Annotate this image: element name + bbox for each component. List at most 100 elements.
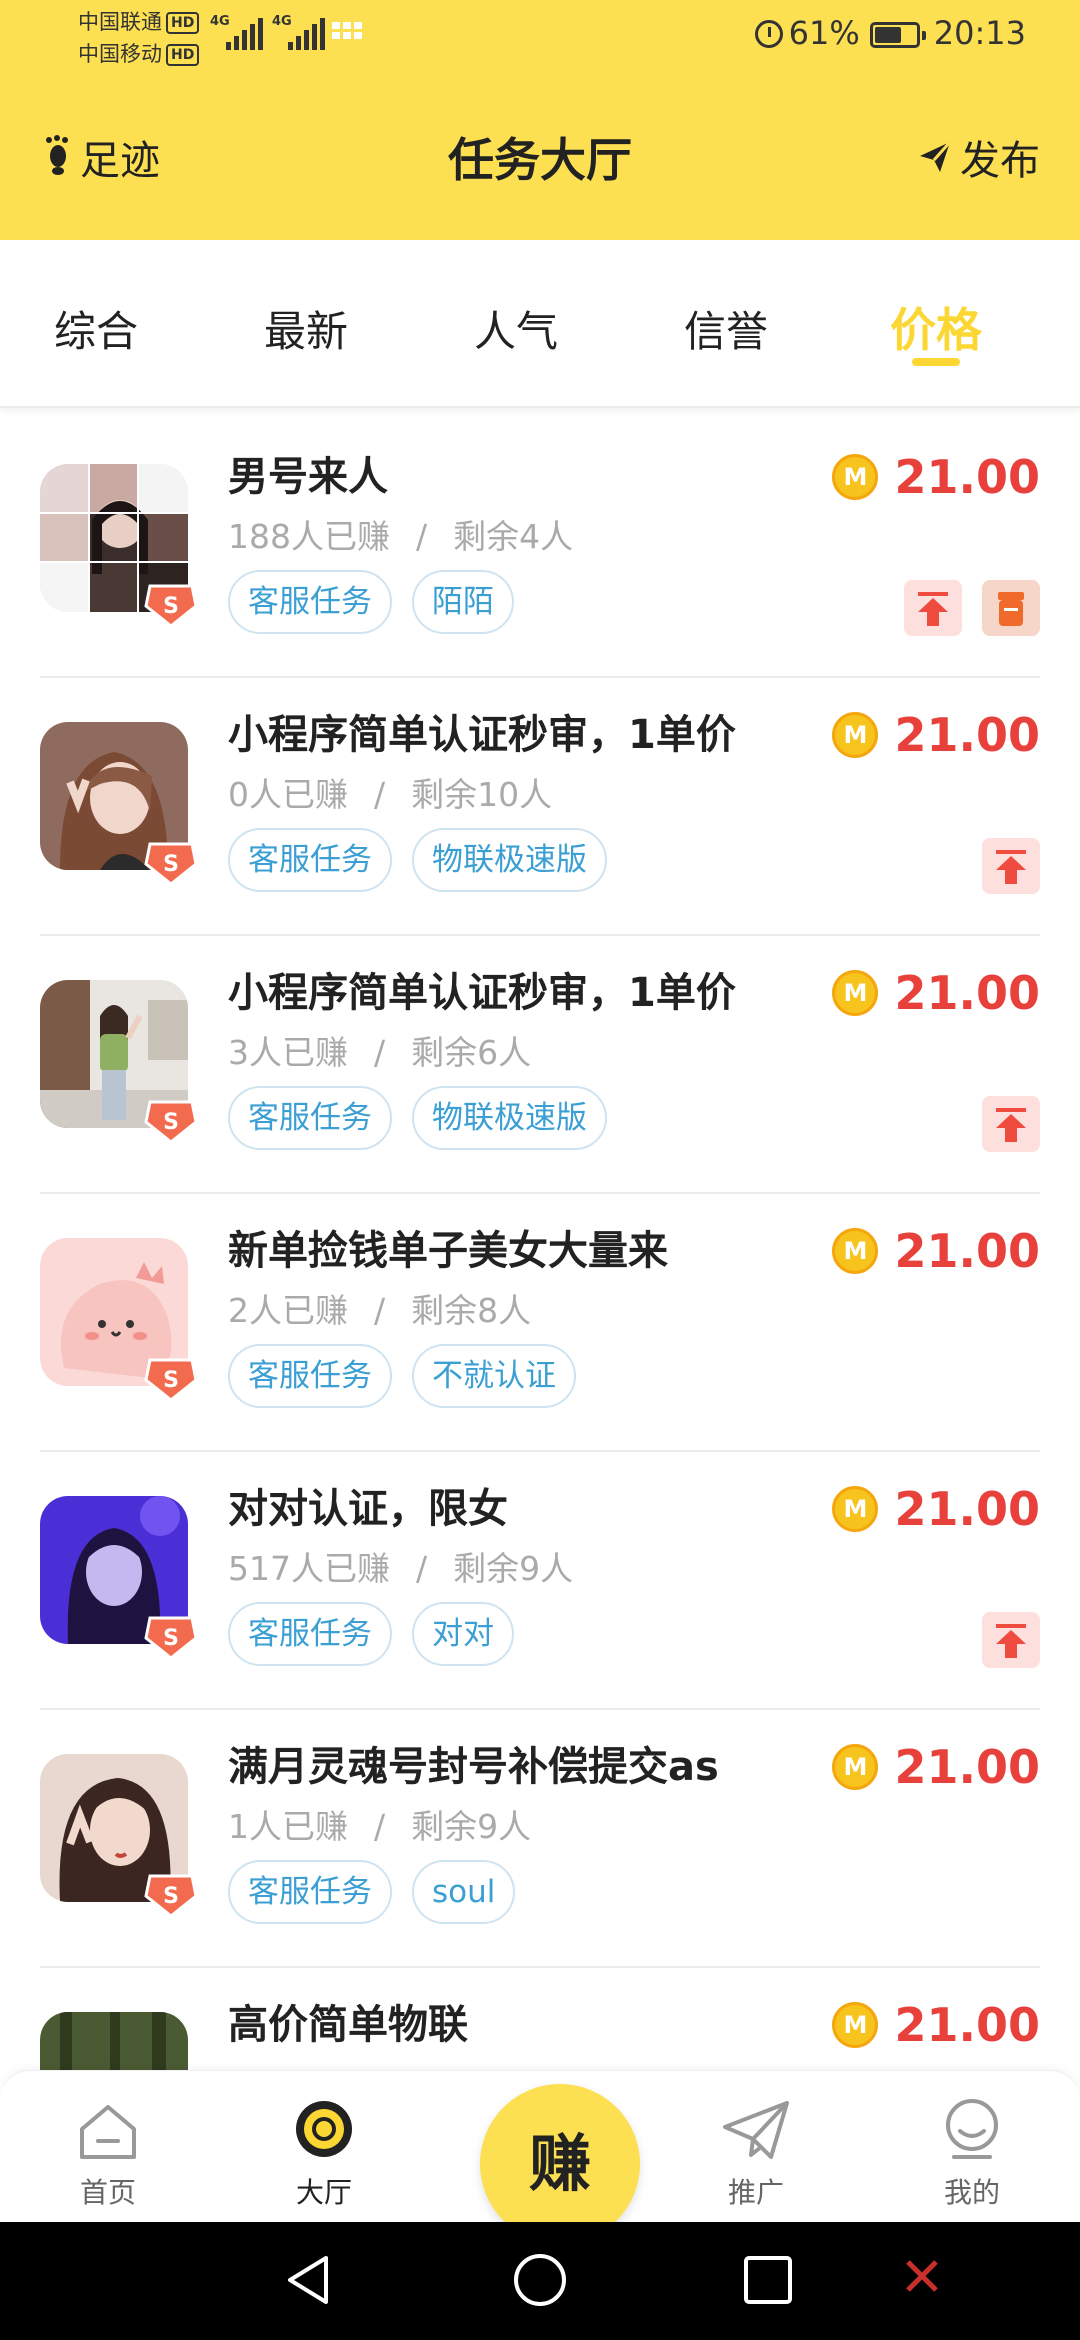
nav-hall-label: 大厅 bbox=[295, 2176, 352, 2209]
svg-text:S: S bbox=[163, 1626, 179, 1651]
stats-separator: / bbox=[416, 1549, 428, 1588]
stats-separator: / bbox=[374, 1291, 386, 1330]
task-actions bbox=[962, 1612, 1040, 1668]
battery-percent: 61% bbox=[788, 14, 860, 52]
task-tag: soul bbox=[412, 1860, 516, 1924]
task-tags: 客服任务 对对 bbox=[228, 1602, 534, 1666]
coin-icon: M bbox=[832, 712, 879, 758]
status-right: 61% 20:13 bbox=[754, 14, 1026, 52]
top-icon[interactable] bbox=[904, 580, 962, 636]
earned-count: 2人已赚 bbox=[228, 1291, 348, 1330]
task-item[interactable]: S 小程序简单认证秒审，1单价 3人已赚 / 剩余6人 客服任务 物联极速版 M 2… bbox=[0, 936, 1080, 1194]
top-icon[interactable] bbox=[982, 838, 1040, 894]
task-price: M 21.00 bbox=[832, 708, 1040, 762]
bag-icon[interactable] bbox=[982, 580, 1040, 636]
task-actions bbox=[962, 838, 1040, 894]
task-stats: 2人已赚 / 剩余8人 bbox=[228, 1284, 531, 1332]
task-price: M 21.00 bbox=[832, 1224, 1040, 1278]
hd-badge: HD bbox=[166, 44, 200, 66]
sort-tabs: 综合 最新 人气 信誉 价格 bbox=[0, 240, 1080, 408]
task-price: M 21.00 bbox=[832, 1740, 1040, 1794]
task-tag: 陌陌 bbox=[412, 570, 514, 634]
coin-icon: M bbox=[832, 970, 879, 1016]
level-badge-icon: S bbox=[144, 842, 198, 886]
task-item[interactable]: S 男号来人 188人已赚 / 剩余4人 客服任务 陌陌 M 21.00 bbox=[0, 420, 1080, 678]
level-badge-icon: S bbox=[144, 1358, 198, 1402]
price-value: 21.00 bbox=[894, 966, 1040, 1020]
task-tag: 客服任务 bbox=[228, 570, 392, 634]
task-item[interactable]: S 小程序简单认证秒审，1单价 0人已赚 / 剩余10人 客服任务 物联极速版 M … bbox=[0, 678, 1080, 936]
top-icon[interactable] bbox=[982, 1612, 1040, 1668]
price-value: 21.00 bbox=[894, 1482, 1040, 1536]
task-title: 男号来人 bbox=[228, 454, 388, 500]
battery-icon bbox=[869, 22, 926, 48]
task-title: 小程序简单认证秒审，1单价 bbox=[228, 712, 736, 758]
tab-reputation[interactable]: 信誉 bbox=[626, 298, 826, 359]
task-item[interactable]: S 满月灵魂号封号补偿提交as 1人已赚 / 剩余9人 客服任务 soul M 21… bbox=[0, 1710, 1080, 1968]
task-stats: 188人已赚 / 剩余4人 bbox=[228, 510, 573, 558]
level-badge-icon: S bbox=[144, 1100, 198, 1144]
svg-text:S: S bbox=[163, 1368, 179, 1393]
task-item[interactable]: S 对对认证，限女 517人已赚 / 剩余9人 客服任务 对对 M 21.00 bbox=[0, 1452, 1080, 1710]
top-icon[interactable] bbox=[982, 1096, 1040, 1152]
carrier-1: 中国联通 bbox=[78, 10, 162, 34]
coin-icon: M bbox=[832, 1744, 879, 1790]
system-nav-bar bbox=[0, 2222, 1080, 2340]
remaining-count: 剩余6人 bbox=[411, 1033, 532, 1072]
svg-text:S: S bbox=[163, 594, 179, 619]
alarm-icon bbox=[754, 20, 783, 48]
tab-price[interactable]: 价格 bbox=[836, 294, 1036, 360]
level-badge-icon: S bbox=[144, 584, 198, 628]
task-tag: 物联极速版 bbox=[412, 828, 607, 892]
stats-separator: / bbox=[416, 517, 428, 556]
remaining-count: 剩余10人 bbox=[411, 775, 553, 814]
earn-button[interactable]: 赚 bbox=[480, 2084, 640, 2244]
task-title: 对对认证，限女 bbox=[228, 1486, 508, 1532]
task-tag: 客服任务 bbox=[228, 828, 392, 892]
task-price: M 21.00 bbox=[832, 1482, 1040, 1536]
earned-count: 0人已赚 bbox=[228, 775, 348, 814]
svg-text:S: S bbox=[163, 1110, 179, 1135]
home-circle-icon[interactable] bbox=[512, 2252, 568, 2308]
coin-icon: M bbox=[832, 2002, 879, 2048]
nav-home[interactable]: 首页 bbox=[28, 2071, 188, 2223]
remaining-count: 剩余4人 bbox=[453, 517, 574, 556]
task-tag: 对对 bbox=[412, 1602, 514, 1666]
nav-mine[interactable]: 我的 bbox=[892, 2071, 1052, 2223]
task-price: M 21.00 bbox=[832, 966, 1040, 1020]
price-value: 21.00 bbox=[894, 1740, 1040, 1794]
task-stats: 1人已赚 / 剩余9人 bbox=[228, 1800, 531, 1848]
nav-hall[interactable]: 大厅 bbox=[244, 2071, 404, 2223]
level-badge-icon: S bbox=[144, 1616, 198, 1660]
publish-button[interactable]: 发布 bbox=[918, 128, 1040, 186]
price-value: 21.00 bbox=[894, 708, 1040, 762]
task-tags: 客服任务 soul bbox=[228, 1860, 535, 1924]
price-value: 21.00 bbox=[894, 450, 1040, 504]
app-grid-icon bbox=[332, 22, 364, 48]
publish-label: 发布 bbox=[960, 138, 1040, 184]
recents-icon[interactable] bbox=[742, 2254, 794, 2306]
hall-icon bbox=[296, 2101, 352, 2157]
task-tags: 客服任务 物联极速版 bbox=[228, 1086, 627, 1150]
tab-popularity[interactable]: 人气 bbox=[416, 298, 616, 359]
earned-count: 1人已赚 bbox=[228, 1807, 348, 1846]
task-stats: 0人已赚 / 剩余10人 bbox=[228, 768, 552, 816]
send-icon bbox=[920, 141, 952, 172]
coin-icon: M bbox=[832, 1486, 879, 1532]
level-badge-icon: S bbox=[144, 1874, 198, 1918]
task-tag: 不就认证 bbox=[412, 1344, 576, 1408]
stats-separator: / bbox=[374, 1033, 386, 1072]
tab-comprehensive[interactable]: 综合 bbox=[0, 298, 196, 359]
task-item[interactable]: S 新单捡钱单子美女大量来 2人已赚 / 剩余8人 客服任务 不就认证 M 21.0… bbox=[0, 1194, 1080, 1452]
task-stats: 517人已赚 / 剩余9人 bbox=[228, 1542, 573, 1590]
earned-count: 517人已赚 bbox=[228, 1549, 390, 1588]
back-icon[interactable] bbox=[282, 2252, 334, 2308]
clock: 20:13 bbox=[933, 14, 1026, 52]
task-tags: 客服任务 陌陌 bbox=[228, 570, 534, 634]
task-actions bbox=[884, 580, 1040, 636]
nav-mine-label: 我的 bbox=[943, 2176, 1000, 2209]
nav-promote[interactable]: 推广 bbox=[676, 2071, 836, 2223]
svg-text:S: S bbox=[163, 852, 179, 877]
task-tag: 客服任务 bbox=[228, 1344, 392, 1408]
tab-newest[interactable]: 最新 bbox=[206, 298, 406, 359]
